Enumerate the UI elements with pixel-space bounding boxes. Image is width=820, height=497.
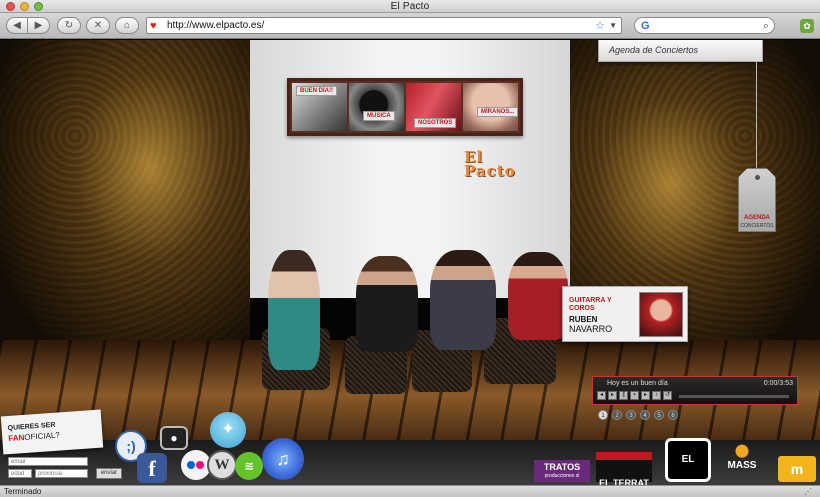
- el-terrat-logo[interactable]: EL TERRAT: [596, 452, 652, 485]
- band-member-2[interactable]: [356, 256, 418, 352]
- member-role: GUITARRA Y COROS: [569, 297, 612, 312]
- stop-button[interactable]: ✕: [86, 17, 110, 34]
- member-photo: [639, 292, 683, 337]
- play-icon[interactable]: ▸: [608, 391, 617, 400]
- fan-email-input[interactable]: [8, 457, 88, 466]
- nav-tile-label: BUEN DÍA!!: [296, 86, 337, 96]
- fan-age-input[interactable]: [8, 469, 32, 478]
- player-progress-bar[interactable]: [679, 395, 789, 398]
- next-track-icon[interactable]: ▸: [641, 391, 650, 400]
- mass-records-logo[interactable]: MASS: [715, 438, 769, 482]
- player-time: 0:00/3:53: [763, 380, 793, 387]
- fan-line-2: FANOFICIAL?: [8, 430, 60, 443]
- prev-track-icon[interactable]: ◂: [597, 391, 606, 400]
- agenda-conciertos-bar[interactable]: Agenda de Conciertos: [598, 40, 763, 62]
- status-text: Terminado: [4, 487, 42, 496]
- tag-hole-icon: [755, 175, 760, 180]
- home-icon: ⌂: [123, 20, 131, 31]
- flickr-blue-dot: [187, 461, 195, 469]
- tag-string: [756, 62, 757, 170]
- nav-tile-label: MÚSICA: [363, 111, 395, 121]
- music-player: Hoy es un buen día 0:00/3:53 ◂ ▸ ∥ ▪ ▸ ♪…: [592, 376, 798, 405]
- url-bar[interactable]: ♥ http://www.elpacto.es/ ☆ ▼: [146, 17, 622, 34]
- fan-signup-card: QUIERES SER FANOFICIAL?: [0, 409, 104, 455]
- band-member-4[interactable]: [508, 252, 568, 340]
- browser-toolbar: ◀ ▶ ↻ ✕ ⌂ ♥ http://www.elpacto.es/ ☆ ▼ G…: [0, 13, 820, 39]
- browser-status-bar: Terminado ⋰: [0, 485, 820, 497]
- addon-icon[interactable]: ✿: [800, 19, 814, 33]
- wallpaper-left: [0, 40, 250, 360]
- nav-tile-musica[interactable]: MÚSICA: [349, 83, 404, 131]
- spotify-icon[interactable]: ≋: [235, 452, 263, 480]
- search-bar[interactable]: G ⌕: [634, 17, 775, 34]
- band-member-3[interactable]: [430, 250, 496, 350]
- member-last-name: NAVARRO: [569, 324, 613, 334]
- url-history-dropdown-icon[interactable]: ▼: [609, 21, 617, 30]
- nav-tile-label: MÍRANOS...: [477, 107, 518, 117]
- agenda-tag-subtitle: CONCIERTOS: [740, 223, 774, 229]
- tratos-logo[interactable]: TRATOS producciones sl: [534, 460, 590, 482]
- url-text[interactable]: http://www.elpacto.es/: [167, 20, 264, 31]
- pager-dot[interactable]: 6: [668, 410, 678, 420]
- back-arrow-icon: ◀: [13, 20, 21, 31]
- official-word: OFICIAL?: [23, 430, 61, 442]
- fan-submit-button[interactable]: enviar: [96, 468, 122, 479]
- home-button[interactable]: ⌂: [115, 17, 139, 34]
- el-pacto-logo[interactable]: El Pacto: [464, 150, 534, 179]
- nav-tile-nosotros[interactable]: NOSOTROS: [406, 83, 461, 131]
- band-member-1[interactable]: [268, 250, 320, 370]
- pager-dot[interactable]: 4: [640, 410, 650, 420]
- repeat-icon[interactable]: ↺: [663, 391, 672, 400]
- forward-arrow-icon: ▶: [34, 20, 43, 31]
- tratos-name: TRATOS: [543, 462, 581, 472]
- stop-track-icon[interactable]: ▪: [630, 391, 639, 400]
- google-search-engine-icon[interactable]: G: [641, 19, 650, 33]
- main-nav-banner: BUEN DÍA!! MÚSICA NOSOTROS MÍRANOS...: [287, 78, 523, 136]
- twitter-bird-icon[interactable]: ✦: [210, 412, 246, 448]
- window-title: El Pacto: [390, 1, 430, 12]
- agenda-tag-button[interactable]: AGENDA CONCIERTOS: [738, 168, 776, 232]
- nav-tile-miranos[interactable]: MÍRANOS...: [463, 83, 518, 131]
- agenda-tag-title: AGENDA: [743, 215, 770, 221]
- fan-province-input[interactable]: [35, 469, 88, 478]
- page-viewport: BUEN DÍA!! MÚSICA NOSOTROS MÍRANOS... El…: [0, 40, 820, 485]
- pause-icon[interactable]: ∥: [619, 391, 628, 400]
- flickr-pink-dot: [196, 461, 204, 469]
- bookmark-star-icon[interactable]: ☆: [595, 19, 605, 33]
- back-button[interactable]: ◀: [6, 17, 28, 34]
- pager-dot[interactable]: 2: [612, 410, 622, 420]
- reload-button[interactable]: ↻: [57, 17, 81, 34]
- member-info-card[interactable]: GUITARRA Y COROS RUBEN NAVARRO: [562, 286, 688, 342]
- nav-tile-label: NOSOTROS: [414, 118, 457, 128]
- member-first-name: RUBEN: [569, 315, 598, 324]
- search-magnifier-icon[interactable]: ⌕: [763, 19, 769, 33]
- wordpress-icon[interactable]: W: [207, 450, 237, 480]
- facebook-icon[interactable]: f: [137, 453, 167, 483]
- reload-icon: ↻: [64, 20, 74, 31]
- pager-dot[interactable]: 3: [626, 410, 636, 420]
- volume-icon[interactable]: ♪: [652, 391, 661, 400]
- player-track-title: Hoy es un buen día: [607, 380, 668, 387]
- agenda-label: Agenda de Conciertos: [609, 45, 699, 55]
- itunes-icon[interactable]: ♫: [262, 438, 304, 480]
- video-camera-icon[interactable]: ●: [160, 426, 188, 450]
- player-controls: ◂ ▸ ∥ ▪ ▸ ♪ ↺: [597, 391, 672, 400]
- fan-word: FAN: [8, 432, 25, 444]
- heart-favicon-icon: ♥: [150, 20, 157, 32]
- nav-tile-buen-dia[interactable]: BUEN DÍA!!: [292, 83, 347, 131]
- resize-grip-icon[interactable]: ⋰: [804, 487, 812, 496]
- stop-icon: ✕: [93, 20, 103, 31]
- pager-dot[interactable]: 5: [654, 410, 664, 420]
- mm-logo[interactable]: m: [778, 456, 816, 482]
- pager-dot[interactable]: 1: [598, 410, 608, 420]
- forward-button[interactable]: ▶: [28, 17, 50, 34]
- window-titlebar: El Pacto: [0, 0, 820, 13]
- photo-pager: 123456: [598, 410, 678, 420]
- tratos-subtitle: producciones sl: [544, 473, 580, 479]
- el-sello-logo[interactable]: EL SELLO: [665, 438, 711, 482]
